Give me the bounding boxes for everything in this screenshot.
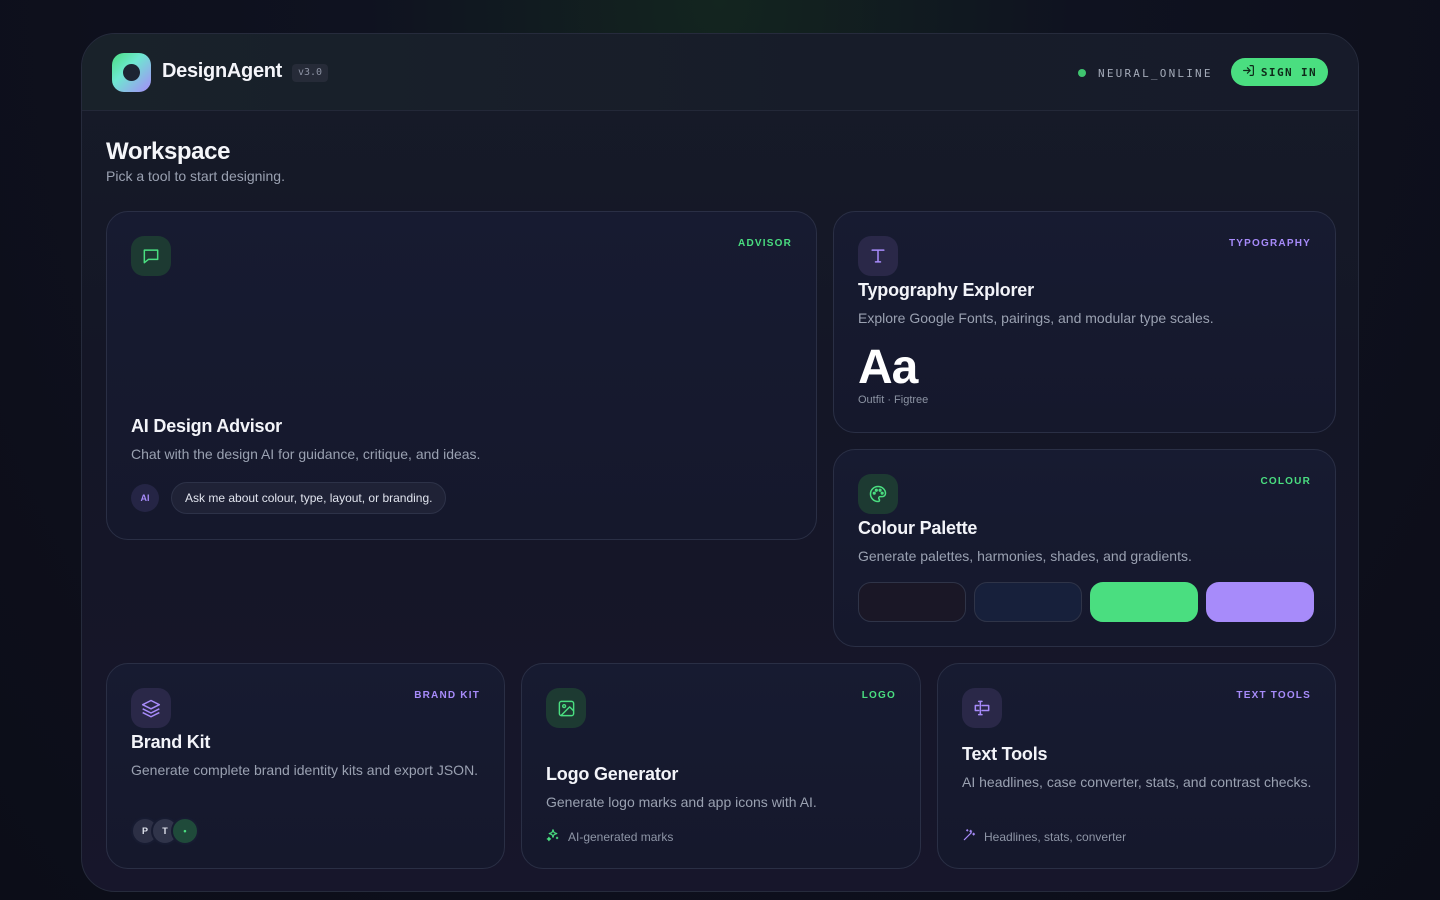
texttools-tag: TEXT TOOLS	[1236, 690, 1311, 701]
swatch[interactable]	[858, 582, 966, 622]
texttools-footer-text: Headlines, stats, converter	[984, 829, 1127, 844]
palette-icon	[858, 474, 898, 514]
status-dot-icon	[1078, 69, 1086, 77]
sparkles-icon	[546, 828, 560, 845]
colour-title: Colour Palette	[858, 518, 978, 538]
swatch[interactable]	[974, 582, 1082, 622]
swatch[interactable]	[1206, 582, 1314, 622]
image-icon	[546, 688, 586, 728]
swatch[interactable]	[1090, 582, 1198, 622]
texttools-card[interactable]: TEXT TOOLS Text Tools AI headlines, case…	[937, 663, 1336, 869]
text-cursor-icon	[962, 688, 1002, 728]
texttools-title: Text Tools	[962, 744, 1048, 764]
page-subtitle: Pick a tool to start designing.	[106, 168, 285, 184]
sign-in-icon	[1242, 64, 1255, 80]
advisor-card[interactable]: ADVISOR AI Design Advisor Chat with the …	[106, 211, 817, 540]
avatar: •	[171, 817, 199, 845]
text-t-icon	[858, 236, 898, 276]
typography-desc: Explore Google Fonts, pairings, and modu…	[858, 310, 1214, 326]
chat-bubble[interactable]: Ask me about colour, type, layout, or br…	[171, 482, 447, 514]
status-indicator: NEURAL_ONLINE	[1078, 66, 1213, 80]
advisor-tag: ADVISOR	[738, 238, 792, 249]
logo-tag: LOGO	[861, 690, 896, 701]
typography-title: Typography Explorer	[858, 280, 1034, 300]
advisor-chat-preview: AI Ask me about colour, type, layout, or…	[131, 482, 447, 514]
advisor-desc: Chat with the design AI for guidance, cr…	[131, 446, 481, 462]
font-pairing: Outfit · Figtree	[858, 394, 929, 406]
sign-in-label: SIGN IN	[1260, 65, 1318, 79]
advisor-title: AI Design Advisor	[131, 416, 282, 436]
texttools-footer: Headlines, stats, converter	[962, 828, 1126, 845]
top-bar: DesignAgent v3.0 NEURAL_ONLINE SIGN IN	[82, 34, 1358, 111]
swatch-row	[858, 582, 1314, 622]
brandkit-preview: P T •	[131, 817, 199, 845]
brand-name: DesignAgent	[162, 60, 283, 82]
app-window: DesignAgent v3.0 NEURAL_ONLINE SIGN IN W…	[81, 33, 1359, 892]
brandkit-title: Brand Kit	[131, 732, 211, 752]
type-sample: Aa	[858, 341, 918, 394]
chat-icon	[131, 236, 171, 276]
brandkit-desc: Generate complete brand identity kits an…	[131, 762, 479, 778]
colour-card[interactable]: COLOUR Colour Palette Generate palettes,…	[833, 449, 1336, 647]
status-text: NEURAL_ONLINE	[1098, 66, 1213, 80]
layers-icon	[131, 688, 171, 728]
colour-tag: COLOUR	[1260, 476, 1311, 487]
typography-card[interactable]: TYPOGRAPHY Typography Explorer Explore G…	[833, 211, 1336, 433]
app-logo[interactable]	[112, 53, 151, 92]
brandkit-tag: BRAND KIT	[414, 690, 480, 701]
sign-in-button[interactable]: SIGN IN	[1231, 58, 1328, 86]
brandkit-card[interactable]: BRAND KIT Brand Kit Generate complete br…	[106, 663, 505, 869]
version-badge: v3.0	[292, 64, 329, 82]
logo-card[interactable]: LOGO Logo Generator Generate logo marks …	[521, 663, 921, 869]
texttools-desc: AI headlines, case converter, stats, and…	[962, 774, 1312, 790]
ai-avatar: AI	[131, 484, 159, 512]
page-title: Workspace	[106, 138, 231, 165]
logo-footer-text: AI-generated marks	[568, 829, 674, 844]
logo-footer: AI-generated marks	[546, 828, 673, 845]
typography-tag: TYPOGRAPHY	[1228, 238, 1311, 249]
logo-title: Logo Generator	[546, 764, 679, 784]
logo-desc: Generate logo marks and app icons with A…	[546, 794, 817, 810]
colour-desc: Generate palettes, harmonies, shades, an…	[858, 548, 1192, 564]
magic-wand-icon	[962, 828, 976, 845]
